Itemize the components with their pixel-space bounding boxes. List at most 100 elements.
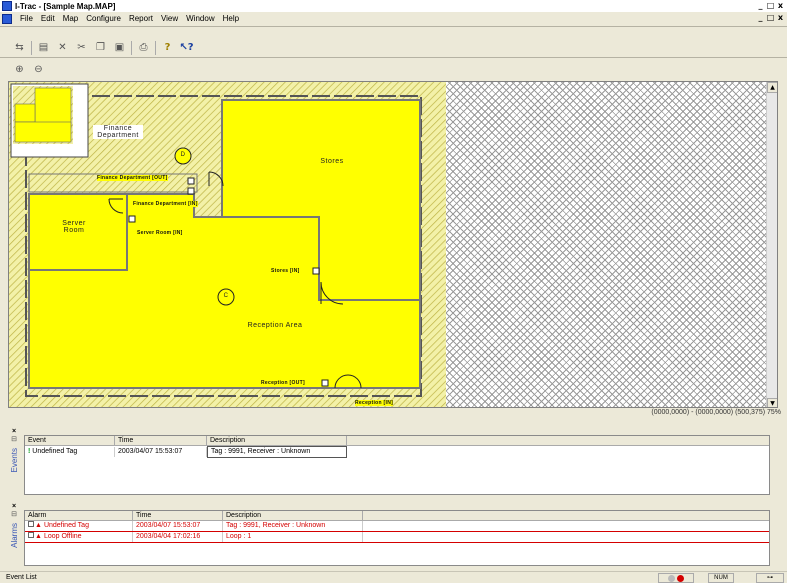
alarms-side-label: Alarms	[9, 523, 19, 548]
status-bar: Event List NUM ⊶	[0, 571, 787, 583]
menu-edit[interactable]: Edit	[37, 14, 59, 23]
events-list-header: Event Time Description	[25, 436, 769, 446]
dock-icon[interactable]: ⊟	[11, 436, 17, 444]
copy-icon[interactable]: ❐	[93, 40, 108, 55]
context-help-icon[interactable]: ↖?	[179, 40, 194, 55]
paste-icon[interactable]: ▣	[112, 40, 127, 55]
alarm-cell: ▲ Undefined Tag	[25, 521, 133, 531]
door-sensor	[187, 177, 195, 185]
doc-restore-button[interactable]: □	[766, 14, 775, 23]
checkbox-icon[interactable]	[28, 521, 34, 527]
table-row[interactable]: ! Undefined Tag 2003/04/07 15:53:07 Tag …	[25, 445, 769, 458]
alarm-bell-icon: ▲	[35, 533, 42, 540]
door-label-reception-in[interactable]: Reception [IN]	[355, 400, 394, 406]
info-icon: !	[28, 447, 31, 455]
description-cell: Tag : 9991, Receiver : Unknown	[223, 521, 363, 531]
door-sensor	[128, 215, 136, 223]
alarms-panel: × ⊟ Alarms Alarm Time Description ▲ Undef…	[8, 503, 778, 569]
alarm-cell: ▲ Loop Offline	[25, 532, 133, 542]
events-list[interactable]: Event Time Description ! Undefined Tag 2…	[24, 435, 770, 495]
doc-minimize-button[interactable]: _	[756, 14, 765, 23]
receiver-d-label[interactable]: D	[179, 152, 187, 158]
cut-icon[interactable]: ✂	[74, 40, 89, 55]
time-cell: 2003/04/07 15:53:07	[115, 446, 207, 457]
map-vertical-scrollbar[interactable]: ▲ ▼	[766, 82, 777, 407]
finance-room-label: Finance Department	[93, 125, 143, 139]
toolbar-separator	[155, 40, 156, 55]
time-cell: 2003/04/04 17:02:16	[133, 532, 223, 542]
menu-report[interactable]: Report	[125, 14, 157, 23]
maximize-button[interactable]: □	[766, 1, 775, 11]
map-coordinates: (0000,0000) - (0000,0000) (500,375) 75%	[651, 409, 781, 416]
scroll-down-icon[interactable]: ▼	[767, 398, 777, 407]
column-header-event[interactable]: Event	[25, 436, 115, 445]
receiver-c-label[interactable]: C	[222, 293, 230, 299]
map-view[interactable]: Finance Department Stores Server Room Re…	[8, 81, 778, 408]
document-icon[interactable]	[2, 13, 12, 24]
server-room-label: Server Room	[62, 220, 86, 234]
column-header-description[interactable]: Description	[223, 511, 363, 520]
zoom-out-icon[interactable]: ⊖	[31, 62, 46, 77]
close-icon[interactable]: ×	[12, 428, 16, 436]
connect-icon[interactable]: ⇆	[12, 40, 27, 55]
time-cell: 2003/04/07 15:53:07	[133, 521, 223, 531]
menu-bar: File Edit Map Configure Report View Wind…	[0, 12, 787, 25]
zoom-toolbar: ⊕ ⊖	[12, 59, 50, 80]
door-label-reception-out[interactable]: Reception [OUT]	[261, 380, 305, 386]
alarm-bell-icon: ▲	[35, 522, 42, 529]
connection-status-icon	[658, 573, 694, 583]
menu-help[interactable]: Help	[219, 14, 243, 23]
status-text: Event List	[6, 574, 37, 581]
menu-configure[interactable]: Configure	[82, 14, 125, 23]
checkbox-icon[interactable]	[28, 532, 34, 538]
menu-window[interactable]: Window	[182, 14, 218, 23]
door-label-finance-out[interactable]: Finance Department [OUT]	[97, 175, 168, 181]
column-header-time[interactable]: Time	[133, 511, 223, 520]
column-header-time[interactable]: Time	[115, 436, 207, 445]
divider	[0, 26, 787, 27]
menu-view[interactable]: View	[157, 14, 182, 23]
description-cell: Tag : 9991, Receiver : Unknown	[207, 445, 347, 458]
close-button[interactable]: x	[776, 1, 785, 11]
print-icon[interactable]: ⎙	[136, 40, 151, 55]
event-cell: ! Undefined Tag	[25, 446, 115, 457]
link-icon: ⊶	[756, 573, 784, 583]
door-label-server-in[interactable]: Server Room [IN]	[137, 230, 183, 236]
description-cell: Loop : 1	[223, 532, 363, 542]
stores-room-label: Stores	[320, 158, 344, 165]
toolbar-separator	[131, 40, 132, 55]
title-bar: I-Trac - [Sample Map.MAP] _ □ x	[0, 0, 787, 12]
divider	[0, 57, 787, 58]
delete-icon[interactable]: ✕	[55, 40, 70, 55]
window-controls: _ □ x	[756, 1, 785, 11]
alarms-list[interactable]: Alarm Time Description ▲ Undefined Tag 20…	[24, 510, 770, 566]
minimize-button[interactable]: _	[756, 1, 765, 11]
alarms-list-header: Alarm Time Description	[25, 511, 769, 521]
document-controls: _ □ x	[756, 14, 785, 23]
table-row[interactable]: ▲ Undefined Tag 2003/04/07 15:53:07 Tag :…	[25, 521, 769, 532]
door-label-stores-in[interactable]: Stores [IN]	[271, 268, 300, 274]
column-header-alarm[interactable]: Alarm	[25, 511, 133, 520]
main-toolbar: ⇆ ▤ ✕ ✂ ❐ ▣ ⎙ ? ↖?	[12, 37, 198, 58]
properties-icon[interactable]: ▤	[36, 40, 51, 55]
dock-icon[interactable]: ⊟	[11, 511, 17, 519]
door-sensor	[312, 267, 320, 275]
events-side-label: Events	[9, 448, 19, 473]
scroll-up-icon[interactable]: ▲	[767, 82, 777, 93]
app-icon[interactable]	[2, 1, 12, 11]
events-panel-side: × ⊟ Events	[8, 428, 20, 498]
menu-map[interactable]: Map	[59, 14, 83, 23]
zoom-in-icon[interactable]: ⊕	[12, 62, 27, 77]
doc-close-button[interactable]: x	[776, 14, 785, 23]
window-title: I-Trac - [Sample Map.MAP]	[15, 1, 116, 11]
column-header-description[interactable]: Description	[207, 436, 347, 445]
door-sensor	[321, 379, 329, 387]
toolbar-separator	[31, 40, 32, 55]
table-row[interactable]: ▲ Loop Offline 2003/04/04 17:02:16 Loop :…	[25, 532, 769, 543]
menu-file[interactable]: File	[16, 14, 37, 23]
events-panel: × ⊟ Events Event Time Description ! Unde…	[8, 428, 778, 498]
door-sensor	[187, 187, 195, 195]
help-icon[interactable]: ?	[160, 40, 175, 55]
door-label-finance-in[interactable]: Finance Department [IN]	[133, 201, 198, 207]
close-icon[interactable]: ×	[12, 503, 16, 511]
